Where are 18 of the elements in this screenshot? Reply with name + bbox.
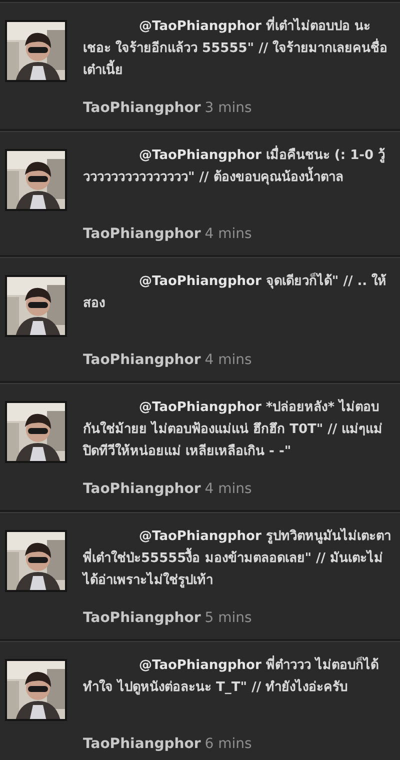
tweet-text: @TaoPhiangphor เมื่อคืนชนะ (: 1-0 วู้ววววววววววววววว" // ต้องขอบคุณน้องน้ำตาล xyxy=(83,145,392,189)
author-name[interactable]: TaoPhiangphor xyxy=(83,479,201,500)
timestamp: 4 mins xyxy=(204,480,252,499)
timestamp: 6 mins xyxy=(204,735,252,754)
author-name[interactable]: TaoPhiangphor xyxy=(83,734,201,755)
author-name[interactable]: TaoPhiangphor xyxy=(83,608,201,629)
timestamp: 4 mins xyxy=(204,351,252,370)
timestamp: 4 mins xyxy=(204,225,252,244)
tweet-text: @TaoPhiangphor จุดเดียวก็ได้" // .. ให้สอง xyxy=(83,272,388,313)
tweet-text: @TaoPhiangphor รูปทวิตหนูมันไม่เตะตาพี่เต๋าใช่ป่ะ55555งื้อ มองข้ามตลอดเลย" // มันเตะไม่ได้อ่าเพราะไม่ใช่รูปเท้า xyxy=(83,526,392,590)
tweet-text: @TaoPhiangphor พี่ต๋าววว ไม่ตอบก็ได้ ทำใจ ไปดูหนังต่อละนะ T_T" // ทำยังไงอ่ะครับ xyxy=(83,655,392,699)
author-name[interactable]: TaoPhiangphor xyxy=(83,350,201,371)
timestamp: 5 mins xyxy=(204,609,252,628)
timestamp: 3 mins xyxy=(204,99,252,118)
tweet-text: @TaoPhiangphor *ปล่อยหลัง* ไม่ตอบกันใช่ม้ายย ไม่ตอบฟ้องแม่แน่ ฮึกฮึก T0T" // แม่ๆแม่ปิดทีวีให้หน่อยแม่ เหลียเหลือเกิน - -" xyxy=(83,398,384,461)
tweet-text: @TaoPhiangphor ที่เต๋าไม่ตอบปอ นะ เชอะ ใจร้ายอีกแล้วว 55555" // ใจร้ายมากเลยคนชื่อเต๋าเนี้ย xyxy=(83,16,392,82)
author-name[interactable]: TaoPhiangphor xyxy=(83,224,201,245)
author-name[interactable]: TaoPhiangphor xyxy=(83,98,201,119)
